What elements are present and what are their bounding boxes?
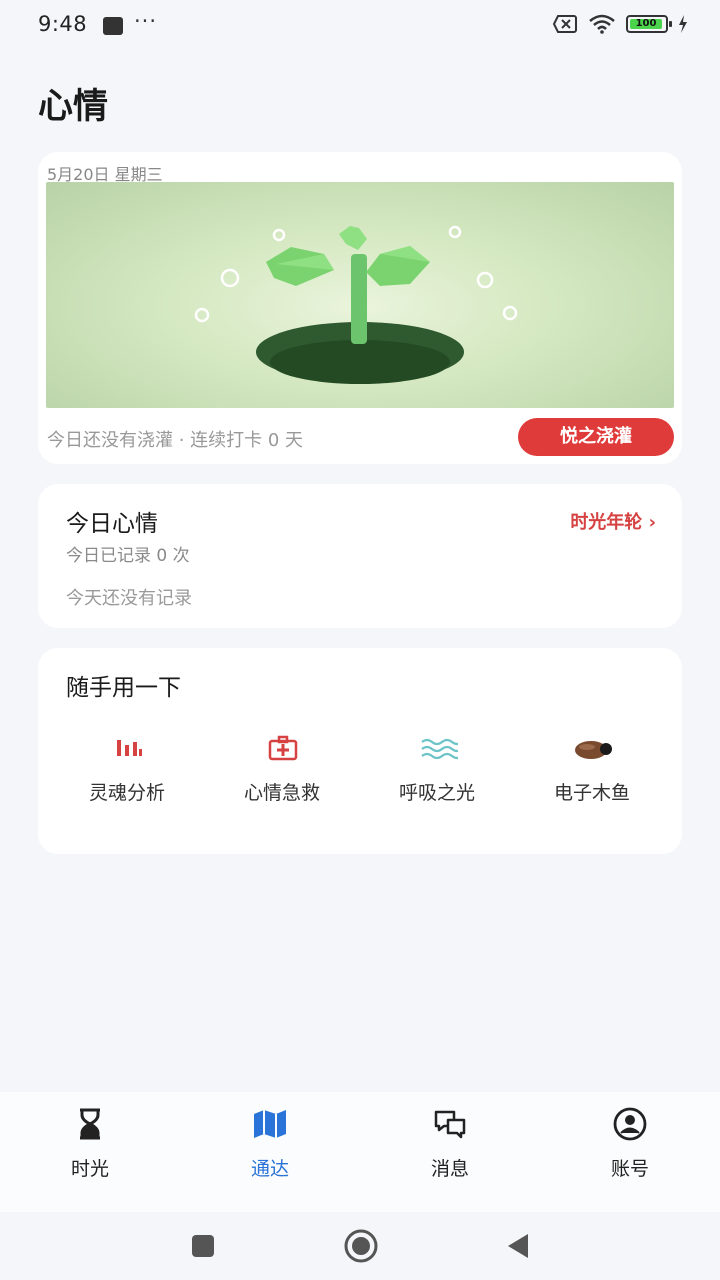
battery-icon: 100 bbox=[626, 15, 672, 33]
nav-item-messages[interactable]: 消息 bbox=[390, 1106, 510, 1186]
sprout-stem bbox=[351, 254, 367, 344]
home-icon[interactable] bbox=[343, 1228, 379, 1264]
bubble bbox=[476, 271, 494, 289]
charging-icon bbox=[679, 15, 687, 33]
mood-record-count: 今日已记录 0 次 bbox=[66, 546, 190, 566]
map-icon bbox=[254, 1110, 286, 1138]
tool-label: 心情急救 bbox=[243, 782, 320, 804]
page-title: 心情 bbox=[38, 87, 109, 127]
tool-label: 电子木鱼 bbox=[553, 782, 630, 804]
bar-chart-icon bbox=[117, 740, 142, 756]
account-icon bbox=[613, 1107, 647, 1141]
tools-card: 随手用一下 灵魂分析 心情急救 呼吸之光 电子木鱼 bbox=[38, 648, 682, 854]
tool-soul-analysis[interactable]: 灵魂分析 bbox=[62, 732, 192, 812]
water-button[interactable]: 悦之浇灌 bbox=[518, 418, 674, 456]
nav-label: 通达 bbox=[250, 1158, 289, 1180]
tool-breathing-light[interactable]: 呼吸之光 bbox=[372, 732, 502, 812]
bottom-nav: 时光 通达 消息 账号 bbox=[0, 1092, 720, 1212]
more-notifications-icon: ··· bbox=[134, 9, 158, 33]
chat-icon bbox=[434, 1110, 466, 1139]
mood-empty-text: 今天还没有记录 bbox=[66, 588, 192, 609]
tool-wooden-fish[interactable]: 电子木鱼 bbox=[527, 732, 657, 812]
status-bar: 9:48 ··· 100 bbox=[0, 0, 720, 56]
bubble bbox=[502, 305, 518, 321]
nav-label: 时光 bbox=[70, 1158, 109, 1180]
tool-mood-first-aid[interactable]: 心情急救 bbox=[217, 732, 347, 812]
tool-label: 呼吸之光 bbox=[398, 782, 475, 804]
streak-text: 今日还没有浇灌 · 连续打卡 0 天 bbox=[47, 430, 304, 451]
nav-label: 消息 bbox=[430, 1158, 469, 1180]
wooden-fish-icon bbox=[575, 741, 612, 759]
plant-card: 5月20日 星期三 今日还没有浇灌 · 连续打卡 0 天 悦之浇灌 bbox=[38, 152, 682, 464]
nav-item-account[interactable]: 账号 bbox=[570, 1106, 690, 1186]
bubble bbox=[272, 228, 286, 242]
hourglass-icon bbox=[80, 1108, 100, 1140]
time-rings-link[interactable]: 时光年轮 › bbox=[570, 508, 656, 534]
mood-card-title: 今日心情 bbox=[66, 511, 158, 537]
status-time: 9:48 bbox=[38, 12, 88, 36]
bubble bbox=[194, 307, 210, 323]
bubble bbox=[220, 268, 240, 288]
nav-label: 账号 bbox=[610, 1158, 649, 1180]
nav-item-tongda[interactable]: 通达 bbox=[210, 1106, 330, 1186]
recent-apps-icon[interactable] bbox=[187, 1230, 219, 1262]
mood-card: 今日心情 时光年轮 › 今日已记录 0 次 今天还没有记录 bbox=[38, 484, 682, 628]
plant-illustration[interactable] bbox=[46, 182, 674, 408]
first-aid-icon bbox=[268, 735, 298, 761]
battery-level: 100 bbox=[630, 19, 662, 29]
back-icon[interactable] bbox=[502, 1230, 534, 1262]
tools-card-title: 随手用一下 bbox=[66, 675, 181, 701]
sprout-bud bbox=[339, 226, 367, 250]
wifi-icon bbox=[589, 14, 615, 34]
sim-disabled-icon bbox=[552, 15, 577, 33]
nav-item-time[interactable]: 时光 bbox=[30, 1106, 150, 1186]
waves-icon bbox=[421, 738, 458, 760]
bubble bbox=[448, 225, 462, 239]
tool-label: 灵魂分析 bbox=[88, 782, 165, 804]
notification-icon bbox=[103, 17, 123, 35]
system-nav-bar bbox=[0, 1212, 720, 1280]
